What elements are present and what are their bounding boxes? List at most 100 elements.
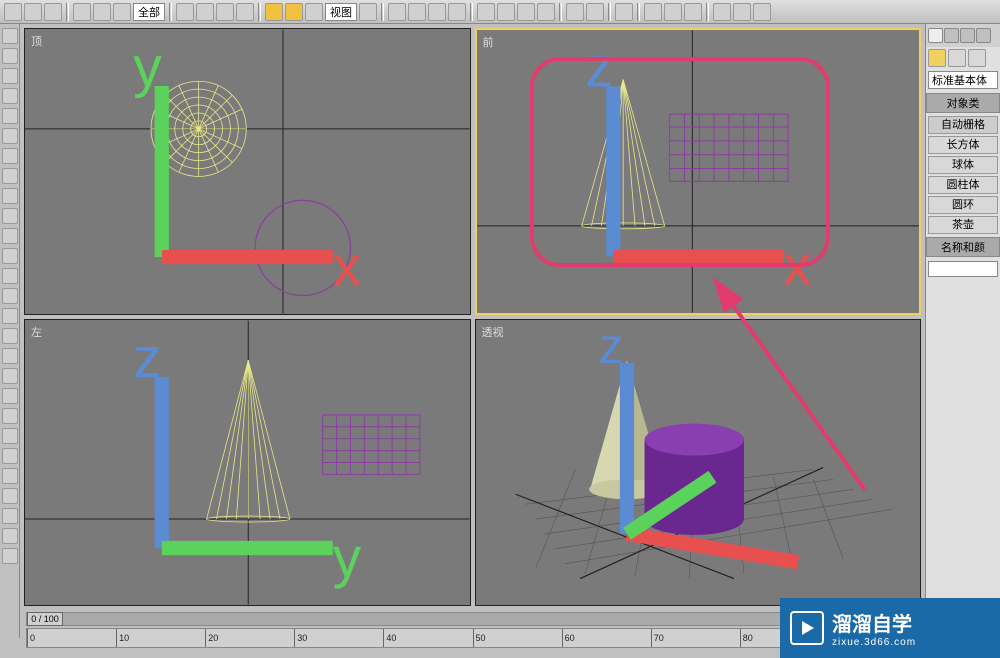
axis-gizmo-icon: y x xyxy=(25,29,470,314)
mirror-icon[interactable] xyxy=(497,3,515,21)
left-tool-14-icon[interactable] xyxy=(2,288,18,304)
snap-toggle-icon[interactable] xyxy=(388,3,406,21)
svg-text:z: z xyxy=(133,326,162,390)
select-rect-icon[interactable] xyxy=(176,3,194,21)
left-tool-23-icon[interactable] xyxy=(2,468,18,484)
tool-b-icon[interactable] xyxy=(733,3,751,21)
select-window-icon[interactable] xyxy=(196,3,214,21)
left-toolbar xyxy=(0,24,20,638)
spinner-snap-icon[interactable] xyxy=(448,3,466,21)
left-tool-26-icon[interactable] xyxy=(2,528,18,544)
ref-coord-dropdown[interactable]: 视图 xyxy=(325,3,357,21)
left-tool-16-icon[interactable] xyxy=(2,328,18,344)
named-sel-icon[interactable] xyxy=(477,3,495,21)
tool-redo-icon[interactable] xyxy=(24,3,42,21)
left-tool-20-icon[interactable] xyxy=(2,408,18,424)
tool-a-icon[interactable] xyxy=(713,3,731,21)
quick-render-icon[interactable] xyxy=(684,3,702,21)
tab-create-icon[interactable] xyxy=(928,28,943,43)
shapes-icon[interactable] xyxy=(948,49,966,67)
geometry-icon[interactable] xyxy=(928,49,946,67)
align-icon[interactable] xyxy=(517,3,535,21)
object-name-input[interactable] xyxy=(928,261,998,277)
tab-hierarchy-icon[interactable] xyxy=(960,28,975,43)
create-teapot-button[interactable]: 茶壶 xyxy=(928,216,998,234)
svg-text:x: x xyxy=(333,235,362,299)
viewport-top[interactable]: 顶 xyxy=(24,28,471,315)
left-tool-1-icon[interactable] xyxy=(2,28,18,44)
left-tool-7-icon[interactable] xyxy=(2,148,18,164)
curve-editor-icon[interactable] xyxy=(566,3,584,21)
axis-gizmo-icon: z xyxy=(476,320,921,605)
create-torus-button[interactable]: 圆环 xyxy=(928,196,998,214)
create-sphere-button[interactable]: 球体 xyxy=(928,156,998,174)
left-tool-4-icon[interactable] xyxy=(2,88,18,104)
viewport-perspective[interactable]: 透视 xyxy=(475,319,922,606)
lights-icon[interactable] xyxy=(968,49,986,67)
left-tool-11-icon[interactable] xyxy=(2,228,18,244)
tab-modify-icon[interactable] xyxy=(944,28,959,43)
viewport-area: 顶 xyxy=(20,24,925,610)
autogrid-checkbox[interactable]: 自动栅格 xyxy=(928,116,998,134)
scale-gizmo-icon[interactable] xyxy=(305,3,323,21)
watermark-title: 溜溜自学 xyxy=(832,608,916,637)
command-panel: 标准基本体 对象类 自动栅格 长方体 球体 圆柱体 圆环 茶壶 名称和颜 xyxy=(925,24,1000,638)
left-tool-8-icon[interactable] xyxy=(2,168,18,184)
layers-icon[interactable] xyxy=(537,3,555,21)
left-tool-24-icon[interactable] xyxy=(2,488,18,504)
watermark-subtitle: zixue.3d66.com xyxy=(832,637,916,648)
axis-gizmo-icon: z y xyxy=(25,320,470,605)
left-tool-5-icon[interactable] xyxy=(2,108,18,124)
left-tool-13-icon[interactable] xyxy=(2,268,18,284)
angle-snap-icon[interactable] xyxy=(408,3,426,21)
primitive-type-dropdown[interactable]: 标准基本体 xyxy=(928,71,998,89)
left-tool-21-icon[interactable] xyxy=(2,428,18,444)
create-cylinder-button[interactable]: 圆柱体 xyxy=(928,176,998,194)
left-tool-10-icon[interactable] xyxy=(2,208,18,224)
top-toolbar: 全部 视图 xyxy=(0,0,1000,24)
svg-text:z: z xyxy=(585,36,613,99)
left-tool-6-icon[interactable] xyxy=(2,128,18,144)
tool-undo-icon[interactable] xyxy=(4,3,22,21)
left-tool-17-icon[interactable] xyxy=(2,348,18,364)
move-gizmo-icon[interactable] xyxy=(265,3,283,21)
left-tool-12-icon[interactable] xyxy=(2,248,18,264)
render-setup-icon[interactable] xyxy=(644,3,662,21)
left-tool-18-icon[interactable] xyxy=(2,368,18,384)
move-icon[interactable] xyxy=(93,3,111,21)
tool-select-icon[interactable] xyxy=(73,3,91,21)
time-slider-thumb[interactable]: 0 / 100 xyxy=(27,612,63,626)
left-tool-9-icon[interactable] xyxy=(2,188,18,204)
create-box-button[interactable]: 长方体 xyxy=(928,136,998,154)
tab-motion-icon[interactable] xyxy=(976,28,991,43)
schematic-icon[interactable] xyxy=(586,3,604,21)
tool-c-icon[interactable] xyxy=(753,3,771,21)
watermark-badge: 溜溜自学 zixue.3d66.com xyxy=(780,598,1000,658)
svg-text:x: x xyxy=(783,234,811,297)
material-editor-icon[interactable] xyxy=(615,3,633,21)
select-lasso-icon[interactable] xyxy=(216,3,234,21)
section-object-type: 对象类 xyxy=(926,93,1000,113)
rotate-icon[interactable] xyxy=(113,3,131,21)
tool-link-icon[interactable] xyxy=(44,3,62,21)
left-tool-25-icon[interactable] xyxy=(2,508,18,524)
percent-snap-icon[interactable] xyxy=(428,3,446,21)
left-tool-3-icon[interactable] xyxy=(2,68,18,84)
left-tool-27-icon[interactable] xyxy=(2,548,18,564)
render-frame-icon[interactable] xyxy=(664,3,682,21)
axis-gizmo-icon: z x xyxy=(477,30,920,313)
rotate-gizmo-icon[interactable] xyxy=(285,3,303,21)
center-pivot-icon[interactable] xyxy=(359,3,377,21)
left-tool-22-icon[interactable] xyxy=(2,448,18,464)
viewport-left[interactable]: 左 xyxy=(24,319,471,606)
svg-text:z: z xyxy=(598,320,623,374)
section-name-color: 名称和颜 xyxy=(926,237,1000,257)
left-tool-15-icon[interactable] xyxy=(2,308,18,324)
left-tool-19-icon[interactable] xyxy=(2,388,18,404)
left-tool-2-icon[interactable] xyxy=(2,48,18,64)
svg-text:y: y xyxy=(333,526,362,590)
viewport-front[interactable]: 前 xyxy=(475,28,922,315)
create-category-row xyxy=(926,47,1000,69)
selection-filter-dropdown[interactable]: 全部 xyxy=(133,3,165,21)
select-byname-icon[interactable] xyxy=(236,3,254,21)
